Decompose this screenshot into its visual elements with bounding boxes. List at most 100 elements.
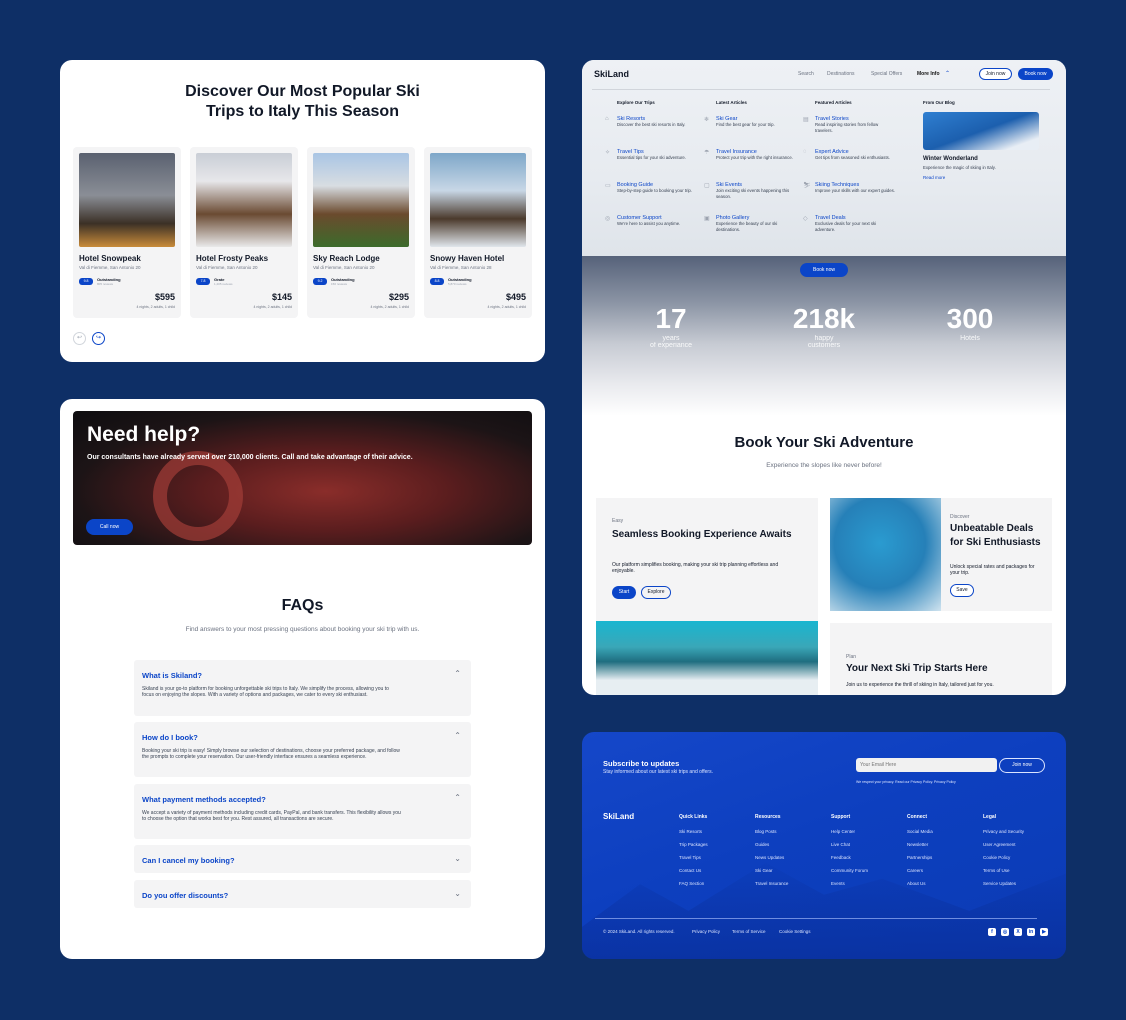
chevron-up-icon[interactable]: ⌃ <box>454 669 461 678</box>
hotel-name[interactable]: Snowy Haven Hotel <box>430 254 504 263</box>
footer-link[interactable]: Careers <box>907 868 933 881</box>
hotel-card[interactable]: Hotel Frosty Peaks Val di Fiemme, San Ant… <box>190 147 298 318</box>
footer-link[interactable]: Community Forum <box>831 868 868 881</box>
footer-link[interactable]: Feedback <box>831 855 868 868</box>
footer-link[interactable]: Trip Packages <box>679 842 708 855</box>
hotel-name[interactable]: Hotel Frosty Peaks <box>196 254 268 263</box>
faq-item[interactable]: How do I book? ⌃ Booking your ski trip is … <box>134 722 471 777</box>
menu-item[interactable]: ▭ Booking Guide Step-by-step guide to book… <box>605 182 697 194</box>
hotel-card[interactable]: Sky Reach Lodge Val di Fiemme, San Antoni… <box>307 147 415 318</box>
faq-item[interactable]: Can I cancel my booking? ⌄ <box>134 845 471 873</box>
footer-link[interactable]: Newsletter <box>907 842 933 855</box>
footer-link[interactable]: Guides <box>755 842 788 855</box>
stat-block: 300 Hotels <box>910 303 1030 342</box>
blog-title[interactable]: Winter Wonderland <box>923 156 978 162</box>
hotel-card[interactable]: Snowy Haven Hotel Val di Fiemme, San Anto… <box>424 147 532 318</box>
chevron-down-icon[interactable]: ⌄ <box>454 854 461 863</box>
faq-item[interactable]: What is Skiland? ⌃ Skiland is your go-to p… <box>134 660 471 716</box>
menu-item-desc: Essential tips for your ski adventure. <box>617 155 687 160</box>
call-now-button[interactable]: Call now <box>86 519 133 535</box>
review-count: 5,870 reviews <box>448 282 467 286</box>
price: $595 <box>154 292 175 302</box>
join-now-button[interactable]: Join now <box>999 758 1045 773</box>
card-desc: Our platform simplifies booking, making … <box>612 562 779 574</box>
facebook-icon[interactable]: f <box>988 928 996 936</box>
menu-item[interactable]: ☂ Travel Insurance Protect your trip with … <box>704 149 796 161</box>
menu-item-desc: Get tips from seasoned ski enthusiasts. <box>815 155 890 160</box>
footer-link[interactable]: Ski Gear <box>755 868 788 881</box>
card-tag: Easy <box>612 518 624 524</box>
menu-item[interactable]: ▢ Ski Events Join exciting ski events happ… <box>704 182 796 199</box>
arrow-left-icon[interactable]: ↩ <box>73 332 86 345</box>
footer-link[interactable]: User Agreement <box>983 842 1024 855</box>
faq-question[interactable]: How do I book? <box>142 733 198 742</box>
arrow-right-icon[interactable]: ↪ <box>92 332 105 345</box>
footer-link[interactable]: FAQ Section <box>679 881 708 894</box>
footer-column: Quick Links Ski Resorts Trip Packages Trave… <box>679 814 708 894</box>
footer-link[interactable]: About Us <box>907 881 933 894</box>
cookie-settings-link[interactable]: Cookie Settings <box>779 929 811 934</box>
instagram-icon[interactable]: ◎ <box>1001 928 1009 936</box>
footer-link[interactable]: Privacy and Security <box>983 829 1024 842</box>
menu-item[interactable]: ◎ Customer Support We're here to assist yo… <box>605 215 697 227</box>
menu-item[interactable]: ⌂ Ski Resorts Discover the best ski resort… <box>605 116 697 128</box>
faq-item[interactable]: Do you offer discounts? ⌄ <box>134 880 471 908</box>
footer-link[interactable]: Partnerships <box>907 855 933 868</box>
start-button[interactable]: Start <box>612 586 636 599</box>
terms-link[interactable]: Terms of Service <box>732 929 766 934</box>
faq-question[interactable]: Can I cancel my booking? <box>142 856 235 865</box>
menu-item[interactable]: ▤ Travel Stories Read inspiring stories fr… <box>803 116 895 133</box>
hotel-name[interactable]: Hotel Snowpeak <box>79 254 141 263</box>
compass-icon: ✧ <box>605 150 611 156</box>
faq-question[interactable]: Do you offer discounts? <box>142 891 228 900</box>
join-now-button[interactable]: Join now <box>979 68 1012 80</box>
menu-item[interactable]: ◌ Expert Advice Get tips from seasoned ski… <box>803 149 895 161</box>
email-input[interactable] <box>856 758 997 772</box>
book-now-button[interactable]: Book now <box>1018 68 1053 80</box>
footer-link[interactable]: News Updates <box>755 855 788 868</box>
nav-more-info[interactable]: More Info <box>917 71 940 77</box>
footer-link[interactable]: Events <box>831 881 868 894</box>
nav-search[interactable]: Search <box>798 71 814 77</box>
chevron-down-icon[interactable]: ⌄ <box>454 889 461 898</box>
footer-link[interactable]: Cookie Policy <box>983 855 1024 868</box>
faq-question[interactable]: What payment methods accepted? <box>142 795 266 804</box>
footer-link[interactable]: Blog Posts <box>755 829 788 842</box>
menu-item[interactable]: ▣ Photo Gallery Experience the beauty of o… <box>704 215 796 232</box>
chevron-up-icon[interactable]: ⌃ <box>945 70 950 77</box>
footer-link[interactable]: Ski Resorts <box>679 829 708 842</box>
youtube-icon[interactable]: ▶ <box>1040 928 1048 936</box>
menu-item-desc: Step-by-step guide to booking your trip. <box>617 188 693 193</box>
privacy-policy-link[interactable]: Privacy Policy <box>692 929 720 934</box>
menu-item-desc: Join exciting ski events happening this … <box>716 188 790 199</box>
menu-item-desc: Read inspiring stories from fellow trave… <box>815 122 879 133</box>
footer-link[interactable]: Contact Us <box>679 868 708 881</box>
chairlift-image <box>596 621 818 695</box>
hotel-card[interactable]: Hotel Snowpeak Val di Fiemme, San Antonio… <box>73 147 181 318</box>
menu-item[interactable]: ◇ Travel Deals Exclusive deals for your ne… <box>803 215 895 232</box>
footer-link[interactable]: Travel Insurance <box>755 881 788 894</box>
footer-link[interactable]: Live Chat <box>831 842 868 855</box>
explore-button[interactable]: Explore <box>641 586 671 599</box>
hotel-name[interactable]: Sky Reach Lodge <box>313 254 380 263</box>
x-icon[interactable]: X <box>1014 928 1022 936</box>
skier-icon: ⛷ <box>803 183 811 189</box>
footer-link[interactable]: Travel Tips <box>679 855 708 868</box>
footer-link[interactable]: Social Media <box>907 829 933 842</box>
menu-item[interactable]: ✧ Travel Tips Essential tips for your ski … <box>605 149 697 161</box>
nav-special-offers[interactable]: Special Offers <box>871 71 902 77</box>
footer-link[interactable]: Terms of Use <box>983 868 1024 881</box>
chevron-up-icon[interactable]: ⌃ <box>454 731 461 740</box>
linkedin-icon[interactable]: in <box>1027 928 1035 936</box>
hero-book-now-button[interactable]: Book now <box>800 263 848 277</box>
save-button[interactable]: Save <box>950 584 974 597</box>
read-more-link[interactable]: Read more <box>923 175 945 180</box>
footer-link[interactable]: Help Center <box>831 829 868 842</box>
menu-item[interactable]: ❄ Ski Gear Find the best gear for your tri… <box>704 116 796 128</box>
faq-question[interactable]: What is Skiland? <box>142 671 202 680</box>
chevron-up-icon[interactable]: ⌃ <box>454 793 461 802</box>
footer-link[interactable]: Service Updates <box>983 881 1024 894</box>
nav-destinations[interactable]: Destinations <box>827 71 855 77</box>
menu-item[interactable]: ⛷ Skiing Techniques Improve your skills wi… <box>803 182 895 194</box>
faq-item[interactable]: What payment methods accepted? ⌃ We accept… <box>134 784 471 839</box>
